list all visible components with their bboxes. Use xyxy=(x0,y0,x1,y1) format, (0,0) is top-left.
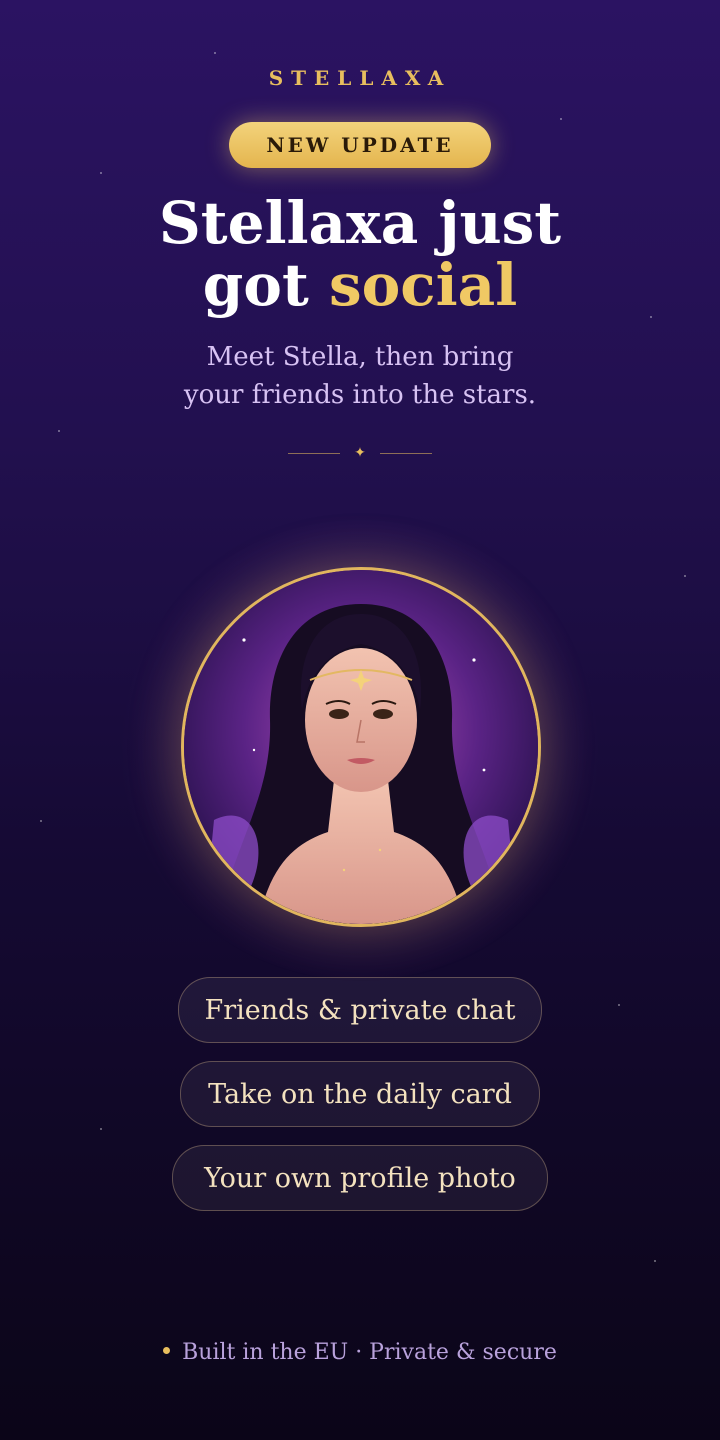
subtitle: Meet Stella, then bring your friends int… xyxy=(0,338,720,414)
divider-line-left xyxy=(288,452,340,454)
stella-portrait-illustration xyxy=(184,570,538,924)
title-line-2-prefix: got xyxy=(202,251,329,319)
brand-wordmark: STELLAXA xyxy=(268,66,452,90)
sparkle-icon: ✦ xyxy=(354,445,366,461)
footer-text: Built in the EU · Private & secure xyxy=(182,1340,557,1365)
title-line-2: got social xyxy=(0,254,720,316)
status-dot-icon xyxy=(163,1346,171,1354)
feature-pill-profile-photo[interactable]: Your own profile photo xyxy=(172,1145,548,1211)
subtitle-line-1: Meet Stella, then bring xyxy=(206,342,514,372)
title-line-1: Stellaxa just xyxy=(158,189,562,257)
feature-pill-friends-chat[interactable]: Friends & private chat xyxy=(178,977,542,1043)
stella-avatar xyxy=(181,567,541,927)
new-update-badge: NEW UPDATE xyxy=(229,122,491,168)
divider: ✦ xyxy=(288,444,432,462)
footer: Built in the EU · Private & secure xyxy=(0,1340,720,1365)
feature-pill-daily-card[interactable]: Take on the daily card xyxy=(180,1061,540,1127)
divider-line-right xyxy=(379,452,432,454)
title-accent-word: social xyxy=(328,251,518,319)
subtitle-line-2: your friends into the stars. xyxy=(183,380,537,410)
page-title: Stellaxa just got social xyxy=(0,192,720,316)
